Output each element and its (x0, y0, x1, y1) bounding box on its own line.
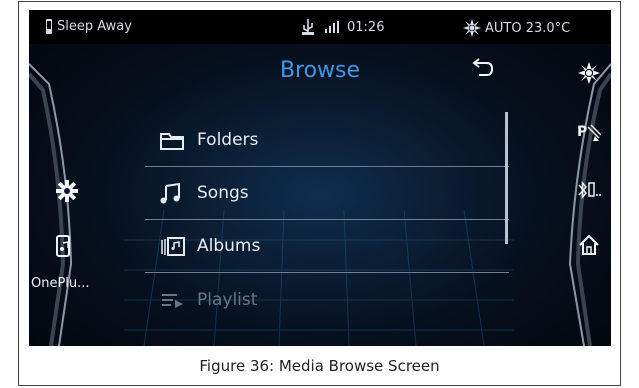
infotainment-screen: Sleep Away 01:26 AUTO 23.0°C OnePlu... P… (29, 10, 611, 346)
phone-icon (46, 19, 52, 34)
album-icon (161, 237, 185, 256)
list-item-label: Songs (197, 183, 249, 203)
clock: 01:26 (347, 19, 385, 35)
list-item-playlist[interactable]: Playlist (145, 273, 509, 326)
list-item-label: Playlist (197, 289, 258, 310)
fan-icon (463, 19, 481, 37)
device-name: Sleep Away (57, 19, 132, 34)
usb-icon (302, 19, 314, 35)
figure-caption: Figure 36: Media Browse Screen (199, 357, 440, 375)
bluetooth-phone-icon[interactable] (577, 180, 601, 200)
svg-text:P: P (577, 124, 587, 140)
settings-gear-icon[interactable] (56, 180, 78, 202)
climate-status[interactable]: AUTO 23.0°C (463, 19, 570, 37)
phone-media-icon[interactable] (55, 235, 73, 257)
playlist-icon (162, 293, 183, 308)
list-item-label: Albums (197, 236, 261, 256)
back-arrow-icon[interactable] (467, 54, 497, 84)
browse-list: Folders Songs Albums Playlist (145, 114, 509, 326)
list-scrollbar[interactable] (505, 112, 508, 244)
connectivity-status: 01:26 (301, 19, 384, 35)
status-bar: Sleep Away 01:26 AUTO 23.0°C (29, 10, 611, 44)
climate-readout: AUTO 23.0°C (485, 20, 571, 36)
list-item-label: Folders (197, 130, 259, 150)
home-icon[interactable] (578, 234, 600, 256)
source-device-label[interactable]: OnePlu... (31, 276, 90, 291)
list-item-songs[interactable]: Songs (145, 167, 509, 220)
list-item-folders[interactable]: Folders (145, 114, 509, 167)
page-title: Browse (279, 58, 361, 83)
parking-assist-icon[interactable]: P (577, 122, 601, 142)
climate-fan-icon[interactable] (578, 62, 600, 84)
now-playing-status: Sleep Away (45, 19, 132, 34)
folder-icon (160, 133, 184, 150)
music-note-icon (160, 182, 180, 204)
signal-icon (325, 21, 339, 33)
list-item-albums[interactable]: Albums (145, 220, 509, 273)
